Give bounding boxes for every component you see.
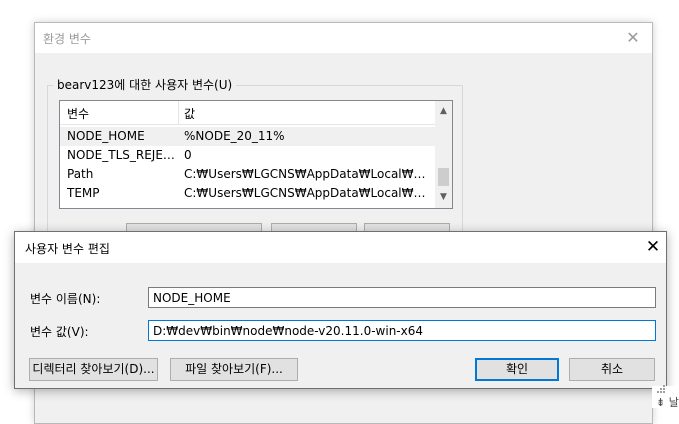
- list-row[interactable]: NODE_TLS_REJECT... 0: [60, 146, 435, 165]
- variable-value-cell: C:₩Users₩LGCNS₩AppData₩Local₩Temp: [184, 186, 430, 200]
- dialog-titlebar: 사용자 변수 편집 ✕: [15, 232, 666, 263]
- browse-directory-button[interactable]: 디렉터리 찾아보기(D)...: [29, 358, 158, 381]
- cancel-button[interactable]: 취소: [569, 358, 655, 381]
- variable-name-cell: Path: [67, 167, 94, 181]
- list-row[interactable]: Path C:₩Users₩LGCNS₩AppData₩Local₩Micros…: [60, 165, 435, 184]
- env-window-title: 환경 변수: [43, 32, 91, 46]
- user-variables-group-label: bearv123에 대한 사용자 변수(U): [53, 76, 237, 93]
- list-vertical-scrollbar[interactable]: ▲ ▼: [435, 101, 452, 208]
- scrollbar-thumb[interactable]: [438, 168, 449, 186]
- list-row[interactable]: TEMP C:₩Users₩LGCNS₩AppData₩Local₩Temp: [60, 184, 435, 203]
- list-row[interactable]: NODE_HOME %NODE_20_11%: [60, 127, 435, 146]
- chevron-up-icon[interactable]: ▲: [435, 103, 452, 120]
- close-icon[interactable]: ✕: [641, 235, 665, 259]
- variable-name-cell: NODE_TLS_REJECT...: [67, 148, 179, 162]
- column-header-value[interactable]: 값: [184, 105, 195, 122]
- resize-grip-icon[interactable]: [656, 384, 666, 394]
- variable-name-cell: TEMP: [67, 186, 100, 200]
- chevron-down-icon[interactable]: ▼: [435, 189, 452, 206]
- list-header: 변수 값: [60, 101, 435, 125]
- variable-value-cell: 0: [184, 148, 192, 162]
- variable-name-label: 변수 이름(N):: [30, 292, 101, 306]
- column-header-variable[interactable]: 변수: [67, 105, 89, 122]
- variable-value-cell: %NODE_20_11%: [184, 129, 285, 143]
- variable-value-cell: C:₩Users₩LGCNS₩AppData₩Local₩Micros...: [184, 167, 430, 181]
- variable-value-input[interactable]: [148, 320, 656, 341]
- edit-user-variable-dialog: 사용자 변수 편집 ✕ 변수 이름(N): 변수 값(V): 디렉터리 찾아보기…: [14, 231, 667, 389]
- close-icon[interactable]: ✕: [621, 26, 645, 50]
- column-divider[interactable]: [178, 101, 179, 124]
- browse-file-button[interactable]: 파일 찾아보기(F)...: [170, 358, 298, 381]
- variable-value-label: 변수 값(V):: [30, 325, 89, 339]
- env-titlebar: 환경 변수 ✕: [35, 23, 652, 53]
- ok-button[interactable]: 확인: [475, 358, 559, 381]
- variable-name-cell: NODE_HOME: [67, 129, 145, 143]
- user-variables-list[interactable]: 변수 값 NODE_HOME %NODE_20_11% NODE_TLS_REJ…: [59, 100, 453, 209]
- dialog-title: 사용자 변수 편집: [25, 242, 110, 256]
- variable-name-input[interactable]: [148, 287, 656, 308]
